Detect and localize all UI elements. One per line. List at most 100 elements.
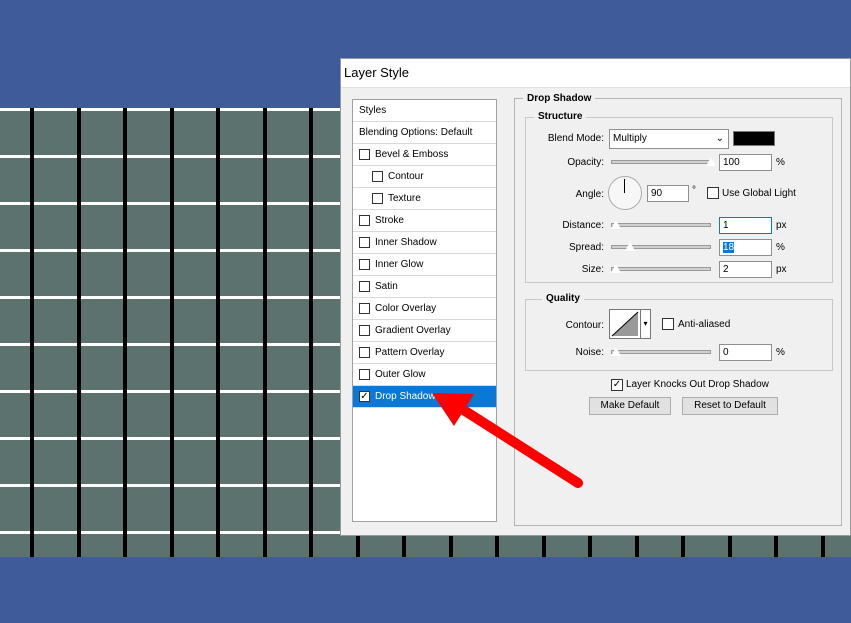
angle-dial-needle [624, 179, 625, 193]
style-item-label: Stroke [375, 215, 404, 226]
style-checkbox[interactable] [359, 149, 370, 160]
opacity-slider-thumb[interactable] [705, 156, 717, 167]
contour-dropdown-button[interactable]: ▾ [641, 309, 651, 339]
style-item-label: Color Overlay [375, 303, 437, 314]
anti-aliased-checkbox[interactable] [662, 318, 674, 330]
opacity-slider[interactable] [611, 156, 717, 167]
knocks-out-label: Layer Knocks Out Drop Shadow [626, 379, 769, 390]
style-item-label: Inner Glow [375, 259, 424, 270]
tile-gap-vertical [30, 108, 34, 557]
style-item-contour[interactable]: Contour [353, 166, 496, 188]
structure-group: Structure Blend Mode: Multiply ⌄ Opacity… [525, 111, 833, 283]
spread-unit: % [776, 242, 785, 253]
style-item-drop-shadow[interactable]: ✓ Drop Shadow [353, 386, 496, 408]
style-item-bevel-emboss[interactable]: Bevel & Emboss [353, 144, 496, 166]
distance-label: Distance: [562, 220, 604, 231]
style-checkbox[interactable] [359, 281, 370, 292]
style-item-label: Satin [375, 281, 398, 292]
spread-label: Spread: [568, 242, 604, 253]
style-item-inner-shadow[interactable]: Inner Shadow [353, 232, 496, 254]
drop-shadow-panel: Drop Shadow Structure Blend Mode: Multip… [514, 93, 842, 526]
drop-shadow-title: Drop Shadow [523, 93, 596, 104]
structure-title: Structure [534, 111, 587, 122]
style-checkbox[interactable] [359, 369, 370, 380]
quality-title: Quality [542, 293, 584, 304]
opacity-label: Opacity: [567, 157, 604, 168]
angle-unit: ° [692, 185, 696, 196]
style-checkbox[interactable] [359, 347, 370, 358]
noise-label: Noise: [575, 347, 604, 358]
contour-preview-icon [611, 311, 639, 337]
style-item-label: Pattern Overlay [375, 347, 445, 358]
style-item-pattern-overlay[interactable]: Pattern Overlay [353, 342, 496, 364]
styles-header[interactable]: Styles [353, 100, 496, 122]
spread-value: 18 [723, 242, 735, 253]
blend-mode-value: Multiply [613, 133, 647, 144]
contour-picker[interactable] [609, 309, 641, 339]
style-item-label: Drop Shadow [375, 391, 436, 402]
chevron-down-icon: ⌄ [715, 133, 724, 144]
styles-list: Styles Blending Options: Default Bevel & … [352, 99, 497, 522]
quality-group: Quality Contour: ▾ Anti-aliased Noise: 0… [525, 293, 833, 371]
use-global-light-checkbox[interactable] [707, 187, 719, 199]
blend-mode-select[interactable]: Multiply ⌄ [609, 129, 729, 149]
style-item-label: Inner Shadow [375, 237, 437, 248]
style-item-label: Gradient Overlay [375, 325, 451, 336]
style-checkbox[interactable] [359, 237, 370, 248]
distance-unit: px [776, 220, 787, 231]
style-item-inner-glow[interactable]: Inner Glow [353, 254, 496, 276]
noise-slider[interactable] [610, 346, 711, 357]
size-slider[interactable] [610, 263, 711, 274]
contour-label: Contour: [565, 320, 604, 331]
style-checkbox[interactable] [359, 303, 370, 314]
angle-input[interactable]: 90 [647, 185, 689, 202]
use-global-light-label: Use Global Light [722, 188, 796, 199]
dialog-title: Layer Style [341, 59, 850, 88]
style-item-label: Texture [388, 193, 421, 204]
knocks-out-checkbox[interactable]: ✓ [611, 379, 623, 391]
size-slider-thumb[interactable] [610, 263, 622, 274]
style-item-blending-options-default[interactable]: Blending Options: Default [353, 122, 496, 144]
size-unit: px [776, 264, 787, 275]
style-checkbox[interactable] [359, 259, 370, 270]
style-item-stroke[interactable]: Stroke [353, 210, 496, 232]
size-input[interactable]: 2 [719, 261, 772, 278]
spread-input[interactable]: 18 [719, 239, 772, 256]
style-item-label: Contour [388, 171, 424, 182]
style-item-outer-glow[interactable]: Outer Glow [353, 364, 496, 386]
style-checkbox[interactable] [372, 171, 383, 182]
tile-gap-vertical [309, 108, 313, 557]
style-checkbox[interactable] [359, 215, 370, 226]
spread-slider[interactable] [611, 241, 711, 252]
style-checkbox[interactable] [372, 193, 383, 204]
angle-label: Angle: [575, 189, 604, 200]
style-item-gradient-overlay[interactable]: Gradient Overlay [353, 320, 496, 342]
noise-slider-thumb[interactable] [610, 346, 622, 357]
angle-dial[interactable] [608, 176, 642, 210]
style-checkbox[interactable] [359, 325, 370, 336]
style-item-color-overlay[interactable]: Color Overlay [353, 298, 496, 320]
size-label: Size: [581, 264, 604, 275]
tile-gap-vertical [123, 108, 127, 557]
opacity-input[interactable]: 100 [719, 154, 772, 171]
anti-aliased-label: Anti-aliased [678, 319, 731, 330]
reset-to-default-button[interactable]: Reset to Default [682, 397, 778, 415]
tile-gap-vertical [77, 108, 81, 557]
style-item-texture[interactable]: Texture [353, 188, 496, 210]
shadow-color-swatch[interactable] [733, 131, 775, 146]
noise-input[interactable]: 0 [719, 344, 772, 361]
style-item-satin[interactable]: Satin [353, 276, 496, 298]
noise-unit: % [776, 347, 785, 358]
opacity-unit: % [776, 157, 785, 168]
distance-slider[interactable] [610, 219, 711, 230]
style-item-label: Bevel & Emboss [375, 149, 449, 160]
tile-gap-vertical [170, 108, 174, 557]
layer-style-dialog: Layer Style Styles Blending Options: Def… [340, 58, 851, 536]
blend-mode-label: Blend Mode: [547, 133, 604, 144]
distance-input[interactable]: 1 [719, 217, 772, 234]
make-default-button[interactable]: Make Default [589, 397, 671, 415]
distance-slider-thumb[interactable] [610, 219, 622, 230]
style-checkbox[interactable]: ✓ [359, 391, 370, 402]
spread-slider-thumb[interactable] [624, 241, 636, 252]
tile-gap-vertical [263, 108, 267, 557]
